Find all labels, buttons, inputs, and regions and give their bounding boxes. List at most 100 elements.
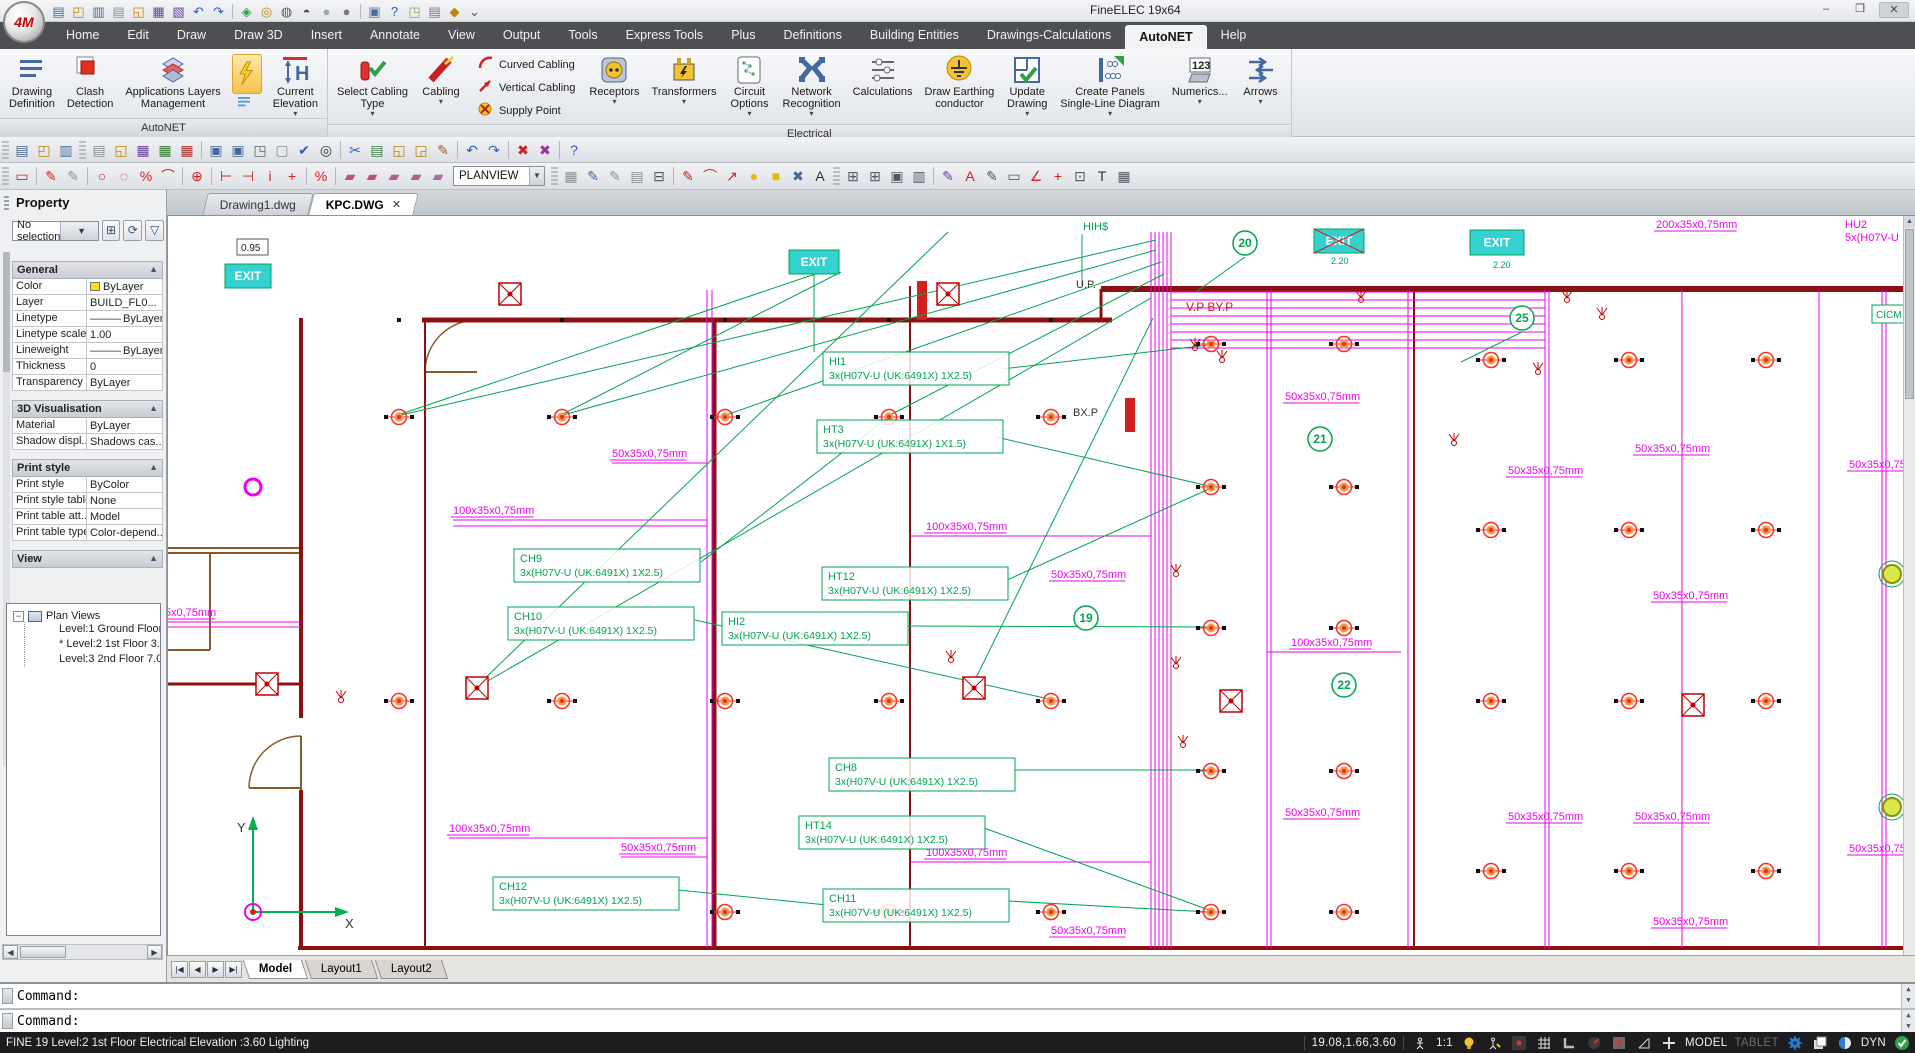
command-grip-icon[interactable]: [2, 1013, 13, 1029]
property-row[interactable]: Print table typeColor-depend...: [12, 525, 163, 541]
toolbar-icon-7[interactable]: ▦: [132, 140, 154, 160]
panel-horizontal-scrollbar[interactable]: ◀ ▶: [2, 944, 163, 960]
junction-box-symbol[interactable]: [499, 283, 521, 305]
canvas-vertical-scrollbar[interactable]: ▲: [1903, 216, 1915, 955]
property-row[interactable]: MaterialByLayer: [12, 418, 163, 434]
menu-tab-insert[interactable]: Insert: [297, 22, 356, 49]
junction-box-symbol[interactable]: [1220, 690, 1242, 712]
toolbar-grip[interactable]: [2, 167, 9, 185]
property-row[interactable]: Linetype———ByLayer: [12, 311, 163, 327]
toolbar-icon-19[interactable]: ▤: [366, 140, 388, 160]
toolbar-icon-9[interactable]: ▦: [176, 140, 198, 160]
last-tab-button[interactable]: ▶|: [225, 961, 242, 978]
ribbon-button-layers-management[interactable]: Applications Layers Management: [120, 51, 225, 118]
redo-icon[interactable]: ↷: [210, 3, 227, 20]
property-row[interactable]: LayerBUILD_FL0...: [12, 295, 163, 311]
toolbar-icon-39[interactable]: A: [809, 166, 831, 186]
chevron-down-icon[interactable]: ▼: [529, 167, 544, 185]
toolbar-grip[interactable]: [79, 141, 86, 159]
toolbar-icon-43[interactable]: ▣: [886, 166, 908, 186]
menu-tab-autonet[interactable]: AutoNET: [1125, 25, 1206, 49]
scroll-right-icon[interactable]: ▶: [147, 945, 162, 959]
toolbar-icon-27[interactable]: ▦: [560, 166, 582, 186]
toolbar-icon-21[interactable]: ▰: [361, 166, 383, 186]
app-logo[interactable]: 4M: [3, 1, 45, 43]
toolbar-grip[interactable]: [2, 141, 9, 159]
menu-tab-plus[interactable]: Plus: [717, 22, 769, 49]
annotation-person-icon[interactable]: [1411, 1035, 1429, 1051]
toolbar-icon-24[interactable]: ▰: [427, 166, 449, 186]
restore-button[interactable]: ❐: [1845, 2, 1875, 18]
toolbar-icon-35[interactable]: ↗: [721, 166, 743, 186]
menu-tab-building-entities[interactable]: Building Entities: [856, 22, 973, 49]
toolbar-icon-33[interactable]: ✎: [677, 166, 699, 186]
toolbar-icon-12[interactable]: ▣: [227, 140, 249, 160]
toolbar-icon-28[interactable]: ✎: [582, 166, 604, 186]
status-check-icon[interactable]: [1893, 1035, 1911, 1051]
toolbar-icon-16[interactable]: ◎: [315, 140, 337, 160]
menu-tab-tools[interactable]: Tools: [554, 22, 611, 49]
sheet-set-icon[interactable]: ▥: [90, 3, 107, 20]
tab-layout1[interactable]: Layout1: [305, 960, 378, 979]
doc-tab-kpc[interactable]: KPC.DWG✕: [308, 193, 419, 215]
circuit-label-CH8[interactable]: CH83x(H07V-U (UK:6491X) 1X2.5): [829, 758, 1015, 791]
scroll-thumb[interactable]: [1905, 229, 1914, 399]
toolbar-icon-54[interactable]: ▦: [1113, 166, 1135, 186]
help-icon[interactable]: ?: [386, 3, 403, 20]
close-button[interactable]: ✕: [1879, 2, 1909, 18]
new-file-icon[interactable]: ▤: [110, 3, 127, 20]
publish-icon[interactable]: ◳: [406, 3, 423, 20]
tab-close-icon[interactable]: ✕: [392, 198, 401, 211]
toolbar-icon-1[interactable]: ▤: [11, 140, 33, 160]
toolbar-icon-20[interactable]: ◱: [388, 140, 410, 160]
tree-collapse-icon[interactable]: −: [13, 611, 24, 622]
command-scrollbar[interactable]: ▲▼: [1901, 984, 1915, 1008]
chevron-up-icon[interactable]: ▲: [149, 553, 158, 565]
junction-box-symbol[interactable]: [937, 283, 959, 305]
menu-tab-output[interactable]: Output: [489, 22, 555, 49]
property-row[interactable]: ColorByLayer: [12, 279, 163, 295]
ribbon-button-update-drawing[interactable]: Update Drawing▾: [1001, 51, 1053, 124]
command-area[interactable]: Command: ▲▼ Command: ▲▼: [0, 982, 1915, 1032]
tablet-toggle[interactable]: TABLET: [1734, 1037, 1778, 1049]
ribbon-button-select-cabling[interactable]: Select Cabling Type▾: [332, 51, 413, 124]
prev-tab-button[interactable]: ◀: [189, 961, 206, 978]
toolbar-icon-22[interactable]: ▰: [383, 166, 405, 186]
toolbar-icon-31[interactable]: ⊟: [648, 166, 670, 186]
lineweight-icon[interactable]: [1660, 1035, 1678, 1051]
circuit-label-HT12[interactable]: HT123x(H07V-U (UK:6491X) 1X2.5): [822, 567, 1008, 600]
annotate-person-icon[interactable]: [1485, 1035, 1503, 1051]
hidden-icon[interactable]: ◓: [298, 3, 315, 20]
toolbar-icon-15[interactable]: ✔: [293, 140, 315, 160]
toolbar-icon-2[interactable]: ◰: [33, 140, 55, 160]
ribbon-button-arrows[interactable]: Arrows▾: [1235, 51, 1287, 124]
menu-tab-definitions[interactable]: Definitions: [770, 22, 856, 49]
toolbar-icon-8[interactable]: ▦: [154, 140, 176, 160]
ribbon-button-drawing-definition[interactable]: Drawing Definition: [4, 51, 60, 118]
save-icon[interactable]: ▦: [150, 3, 167, 20]
open-file-icon[interactable]: ◱: [130, 3, 147, 20]
ribbon-button-transformers[interactable]: Transformers▾: [647, 51, 722, 124]
first-tab-button[interactable]: |◀: [171, 961, 188, 978]
property-row[interactable]: Thickness0: [12, 359, 163, 375]
ortho-icon[interactable]: [1560, 1035, 1578, 1051]
command-input-line[interactable]: Command: ▲▼: [0, 1008, 1915, 1032]
menu-tab-home[interactable]: Home: [52, 22, 113, 49]
chevron-down-icon[interactable]: ▼: [60, 222, 97, 240]
section-header[interactable]: General▲: [12, 261, 163, 279]
toolbar-icon-1[interactable]: ▭: [11, 166, 33, 186]
ribbon-button-curved-cabling[interactable]: Curved Cabling: [473, 53, 578, 76]
toolbar-icon-46[interactable]: ✎: [937, 166, 959, 186]
property-row[interactable]: Print table att...Model: [12, 509, 163, 525]
toolbar-icon-18[interactable]: %: [310, 166, 332, 186]
render-icon[interactable]: ◆: [446, 3, 463, 20]
command-grip-icon[interactable]: [2, 988, 13, 1004]
circuit-label-HI1[interactable]: HI13x(H07V-U (UK:6491X) 1X2.5): [823, 352, 1009, 385]
toolbar-icon-8[interactable]: %: [135, 166, 157, 186]
print-icon[interactable]: ▣: [366, 3, 383, 20]
active-mode-button[interactable]: [232, 54, 262, 94]
ribbon-button-receptors[interactable]: Receptors▾: [584, 51, 644, 124]
property-row[interactable]: Print style tableNone: [12, 493, 163, 509]
tree-item-level-1[interactable]: Level:1 Ground Floor 0.0: [13, 622, 158, 637]
model-space-toggle[interactable]: MODEL: [1685, 1037, 1727, 1049]
